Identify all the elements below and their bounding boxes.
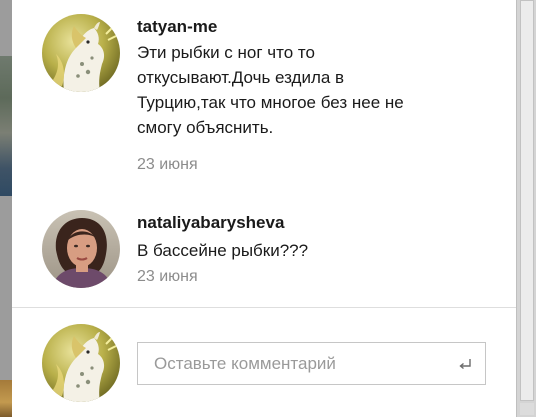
comment-author[interactable]: tatyan-me [137,17,217,37]
comment-text: Эти рыбки с ног что то откусывают.Дочь е… [137,43,404,137]
avatar-woman[interactable] [42,210,120,288]
background-photo [0,380,12,417]
section-divider [12,307,516,308]
background-photo [0,56,12,196]
comment-input-box [137,342,486,385]
comment-author[interactable]: nataliyabarysheva [137,213,284,233]
comment-date: 23 июня [137,156,198,173]
woman-avatar-image [42,210,120,288]
scrollbar[interactable] [516,0,536,417]
avatar-horse[interactable] [42,14,120,92]
enter-return-icon[interactable] [457,356,473,372]
horse-avatar-image [42,324,120,402]
scrollbar-thumb[interactable] [520,0,534,401]
comment-input[interactable] [138,343,448,384]
horse-avatar-image [42,14,120,92]
current-user-avatar [42,324,120,402]
comment-date: 23 июня [137,268,198,285]
scroll-down-arrow-icon[interactable] [520,403,534,415]
comment-text: В бассейне рыбки??? [137,241,309,260]
